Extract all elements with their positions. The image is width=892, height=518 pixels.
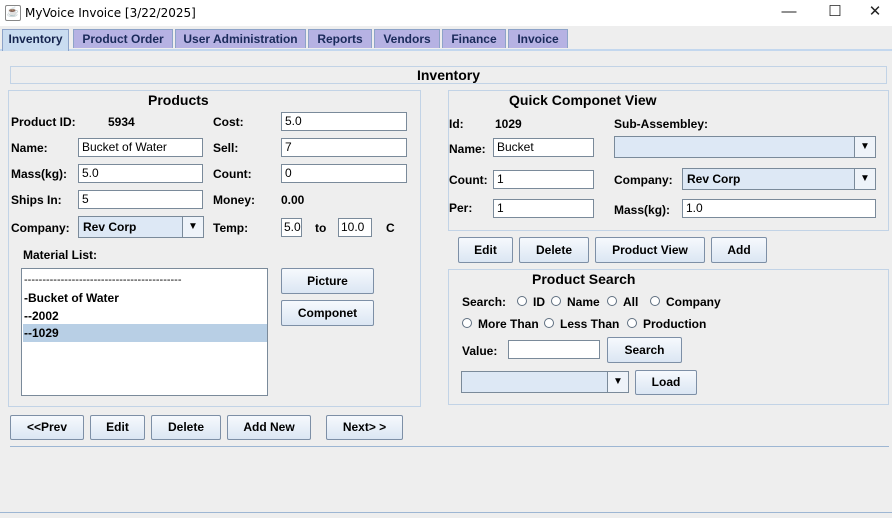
temp-to-field[interactable]: 10.0	[338, 218, 372, 237]
chevron-down-icon: ▼	[854, 137, 875, 157]
temp-label: Temp:	[213, 221, 249, 235]
tab-strip-line	[0, 49, 892, 51]
value-field[interactable]	[508, 340, 600, 359]
material-list[interactable]: ----------------------------------------…	[21, 268, 268, 396]
mass-label: Mass(kg):	[11, 167, 68, 181]
edit-product-button[interactable]: Edit	[90, 415, 145, 440]
search-label: Search:	[462, 295, 507, 309]
radio-company-label: Company	[666, 295, 721, 309]
money-value: 0.00	[281, 193, 305, 207]
radio-id[interactable]	[517, 296, 527, 306]
radio-production[interactable]	[627, 318, 637, 328]
money-label: Money:	[213, 193, 255, 207]
qv-name-field[interactable]: Bucket	[493, 138, 594, 157]
radio-less-than[interactable]	[544, 318, 554, 328]
material-list-label: Material List:	[23, 248, 98, 262]
qv-per-field[interactable]: 1	[493, 199, 594, 218]
radio-more-than[interactable]	[462, 318, 472, 328]
quick-view-title: Quick Componet View	[509, 92, 657, 108]
count-label: Count:	[213, 167, 252, 181]
list-item-selected[interactable]: --1029	[23, 324, 267, 342]
temp-unit-label: C	[386, 221, 395, 235]
qv-id-value: 1029	[495, 117, 522, 131]
picture-button[interactable]: Picture	[281, 268, 374, 294]
chevron-down-icon: ▼	[182, 217, 203, 237]
radio-id-label: ID	[533, 295, 545, 309]
radio-all-label: All	[623, 295, 639, 309]
list-item[interactable]: --2002	[24, 307, 59, 325]
radio-less-than-label: Less Than	[560, 317, 620, 331]
product-id-label: Product ID:	[11, 115, 76, 129]
tab-product-order[interactable]: Product Order	[73, 29, 173, 48]
tab-inventory[interactable]: Inventory	[2, 29, 69, 51]
tab-invoice[interactable]: Invoice	[508, 29, 568, 48]
qv-delete-button[interactable]: Delete	[519, 237, 589, 263]
qv-company-label: Company:	[614, 173, 673, 187]
prev-button[interactable]: <<Prev	[10, 415, 84, 440]
qv-count-label: Count:	[449, 173, 488, 187]
radio-more-than-label: More Than	[478, 317, 539, 331]
sub-assembley-label: Sub-Assembley:	[614, 117, 709, 131]
inventory-title: Inventory	[416, 67, 480, 83]
radio-production-label: Production	[643, 317, 707, 331]
search-results-dropdown[interactable]: ▼	[461, 371, 629, 393]
chevron-down-icon: ▼	[854, 169, 875, 189]
products-title: Products	[148, 92, 209, 108]
qv-count-field[interactable]: 1	[493, 170, 594, 189]
list-item[interactable]: ----------------------------------------…	[24, 271, 182, 289]
radio-name[interactable]	[551, 296, 561, 306]
minimize-button[interactable]: —	[766, 0, 812, 26]
qv-edit-button[interactable]: Edit	[458, 237, 513, 263]
count-field[interactable]: 0	[281, 164, 407, 183]
bottom-divider	[0, 512, 892, 513]
close-button[interactable]: ✕	[858, 0, 892, 26]
radio-company[interactable]	[650, 296, 660, 306]
value-label: Value:	[462, 344, 498, 358]
product-id-value: 5934	[108, 115, 135, 129]
product-view-button[interactable]: Product View	[595, 237, 705, 263]
sub-assembley-dropdown[interactable]: ▼	[614, 136, 876, 158]
company-dropdown-value: Rev Corp	[83, 220, 137, 234]
sell-label: Sell:	[213, 141, 239, 155]
ships-in-label: Ships In:	[11, 193, 62, 207]
product-search-title: Product Search	[532, 271, 636, 287]
qv-company-value: Rev Corp	[687, 172, 741, 186]
radio-name-label: Name	[567, 295, 600, 309]
tab-finance[interactable]: Finance	[442, 29, 506, 48]
qv-mass-field[interactable]: 1.0	[682, 199, 876, 218]
load-button[interactable]: Load	[635, 370, 697, 395]
qv-per-label: Per:	[449, 201, 473, 215]
name-field[interactable]: Bucket of Water	[78, 138, 203, 157]
qv-name-label: Name:	[449, 142, 486, 156]
tab-reports[interactable]: Reports	[308, 29, 372, 48]
temp-from-field[interactable]: 5.0	[281, 218, 302, 237]
app-icon: ☕	[5, 5, 21, 21]
ships-in-field[interactable]: 5	[78, 190, 203, 209]
tab-user-administration[interactable]: User Administration	[175, 29, 306, 48]
temp-to-label: to	[315, 221, 327, 235]
sell-field[interactable]: 7	[281, 138, 407, 157]
window-title: MyVoice Invoice [3/22/2025]	[25, 6, 196, 20]
qv-company-dropdown[interactable]: Rev Corp ▼	[682, 168, 876, 190]
qv-mass-label: Mass(kg):	[614, 203, 671, 217]
search-button[interactable]: Search	[607, 337, 682, 363]
componet-button[interactable]: Componet	[281, 300, 374, 326]
chevron-down-icon: ▼	[607, 372, 628, 392]
qv-id-label: Id:	[449, 117, 464, 131]
maximize-button[interactable]: ☐	[812, 0, 858, 26]
list-item[interactable]: -Bucket of Water	[24, 289, 119, 307]
cost-label: Cost:	[213, 115, 244, 129]
tab-vendors[interactable]: Vendors	[374, 29, 440, 48]
delete-product-button[interactable]: Delete	[151, 415, 221, 440]
mass-field[interactable]: 5.0	[78, 164, 203, 183]
qv-add-button[interactable]: Add	[711, 237, 767, 263]
company-dropdown[interactable]: Rev Corp ▼	[78, 216, 204, 238]
add-new-button[interactable]: Add New	[227, 415, 311, 440]
divider	[10, 446, 889, 447]
company-label: Company:	[11, 221, 70, 235]
next-button[interactable]: Next> >	[326, 415, 403, 440]
name-label: Name:	[11, 141, 48, 155]
cost-field[interactable]: 5.0	[281, 112, 407, 131]
radio-all[interactable]	[607, 296, 617, 306]
